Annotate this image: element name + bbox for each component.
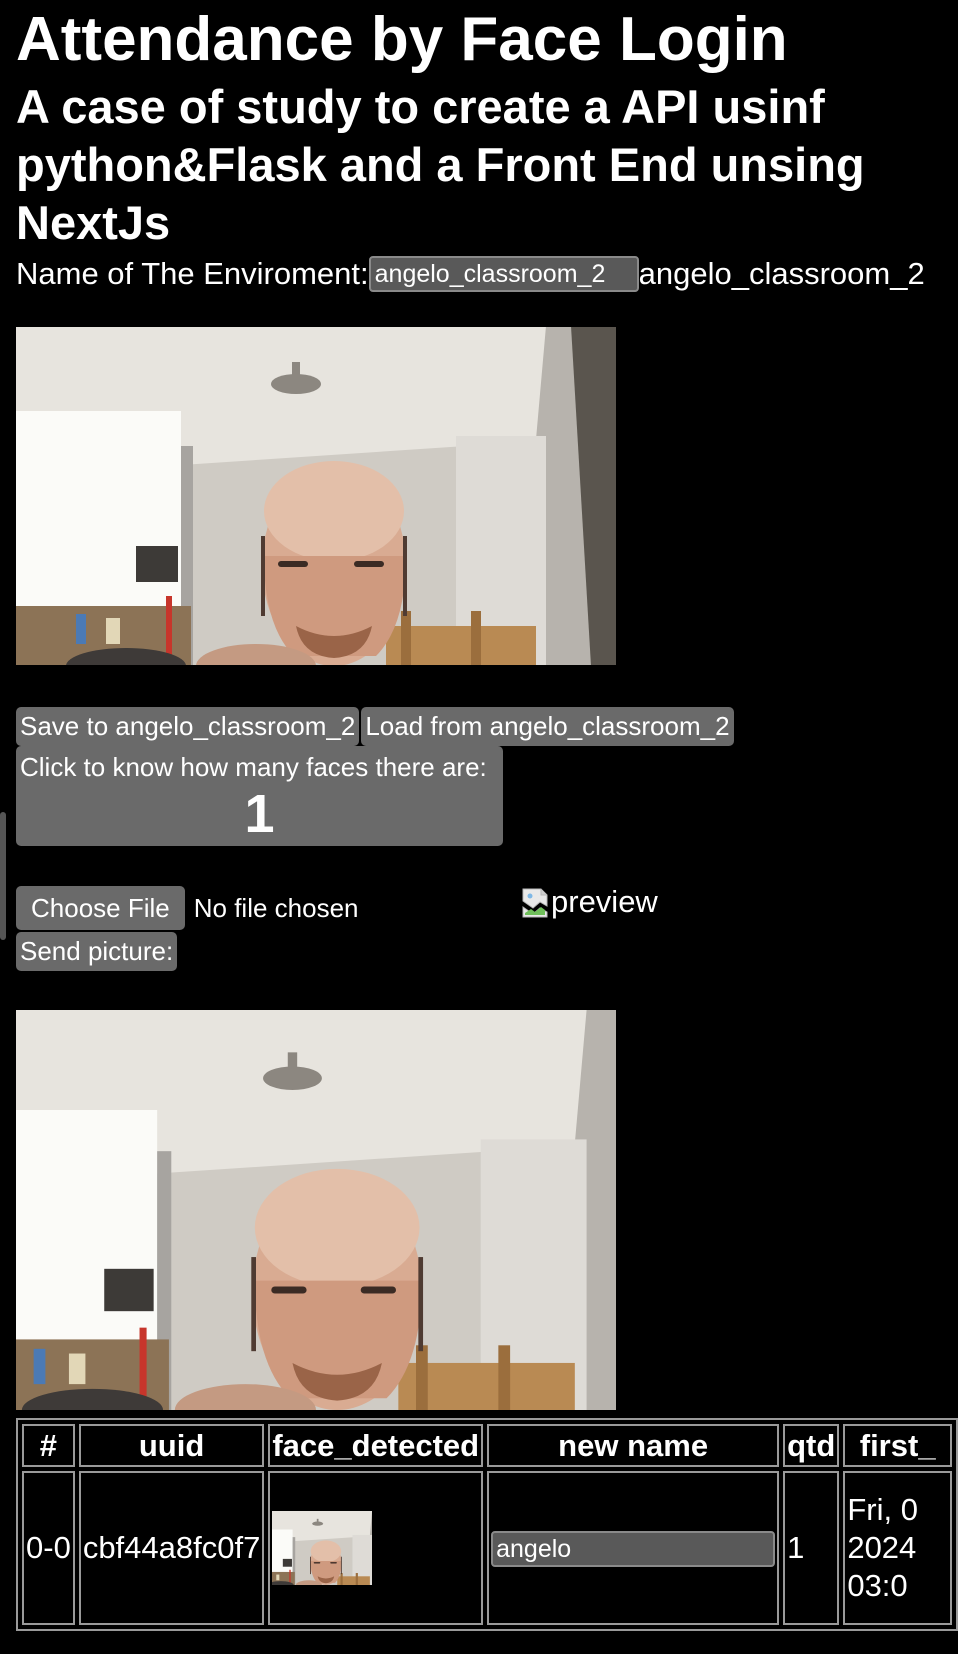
webcam-frame — [16, 327, 616, 665]
new-name-input[interactable] — [491, 1531, 776, 1568]
column-header-face-detected: face_detected — [268, 1424, 484, 1467]
page-title: Attendance by Face Login — [16, 5, 788, 74]
first-seen-text: Fri, 0 2024 03:0 — [847, 1492, 918, 1603]
faces-table: # uuid face_detected new name qtd first_… — [16, 1418, 958, 1631]
table-row: 0-0 cbf44a8fc0f7 1 Fri, 0 2024 03:0 — [22, 1471, 952, 1625]
column-header-qtd: qtd — [783, 1424, 840, 1467]
environment-input[interactable] — [368, 256, 639, 292]
column-header-uuid: uuid — [78, 1424, 265, 1467]
environment-echo: angelo_classroom_2 — [638, 256, 925, 291]
column-header-first-seen: first_ — [843, 1424, 952, 1467]
column-header-index: # — [22, 1424, 75, 1467]
file-status: No file chosen — [193, 892, 359, 923]
captured-frame — [16, 1010, 616, 1410]
cell-qtd: 1 — [783, 1471, 840, 1625]
cell-face-detected — [268, 1471, 484, 1625]
choose-file-button[interactable]: Choose File — [16, 886, 185, 930]
file-upload-row: Choose File No file chosen — [16, 886, 359, 930]
page-subtitle: A case of study to create a API usinf py… — [16, 80, 865, 249]
cell-first-seen: Fri, 0 2024 03:0 — [843, 1471, 952, 1625]
scrollbar-handle[interactable] — [0, 812, 6, 940]
preview-alt-text: preview — [551, 884, 658, 919]
face-thumbnail — [272, 1511, 372, 1585]
webcam-video — [16, 327, 616, 665]
preview-image: preview — [521, 884, 658, 920]
cell-uuid: cbf44a8fc0f7 — [78, 1471, 265, 1625]
load-button[interactable]: Load from angelo_classroom_2 — [361, 707, 734, 746]
count-faces-label: Click to know how many faces there are: — [20, 752, 487, 782]
count-faces-button[interactable]: Click to know how many faces there are: … — [16, 746, 503, 846]
faces-count: 1 — [244, 784, 275, 844]
cell-new-name — [487, 1471, 780, 1625]
environment-label: Name of The Enviroment: — [16, 256, 369, 291]
send-picture-button[interactable]: Send picture: — [16, 932, 178, 971]
broken-image-icon — [522, 888, 548, 918]
cell-index: 0-0 — [22, 1471, 75, 1625]
save-button[interactable]: Save to angelo_classroom_2 — [16, 707, 360, 746]
column-header-new-name: new name — [487, 1424, 780, 1467]
environment-actions: Save to angelo_classroom_2 Load from ang… — [16, 707, 734, 746]
captured-picture — [16, 1010, 616, 1410]
table-header-row: # uuid face_detected new name qtd first_ — [22, 1424, 952, 1467]
environment-row: Name of The Enviroment: angelo_classroom… — [16, 254, 925, 294]
